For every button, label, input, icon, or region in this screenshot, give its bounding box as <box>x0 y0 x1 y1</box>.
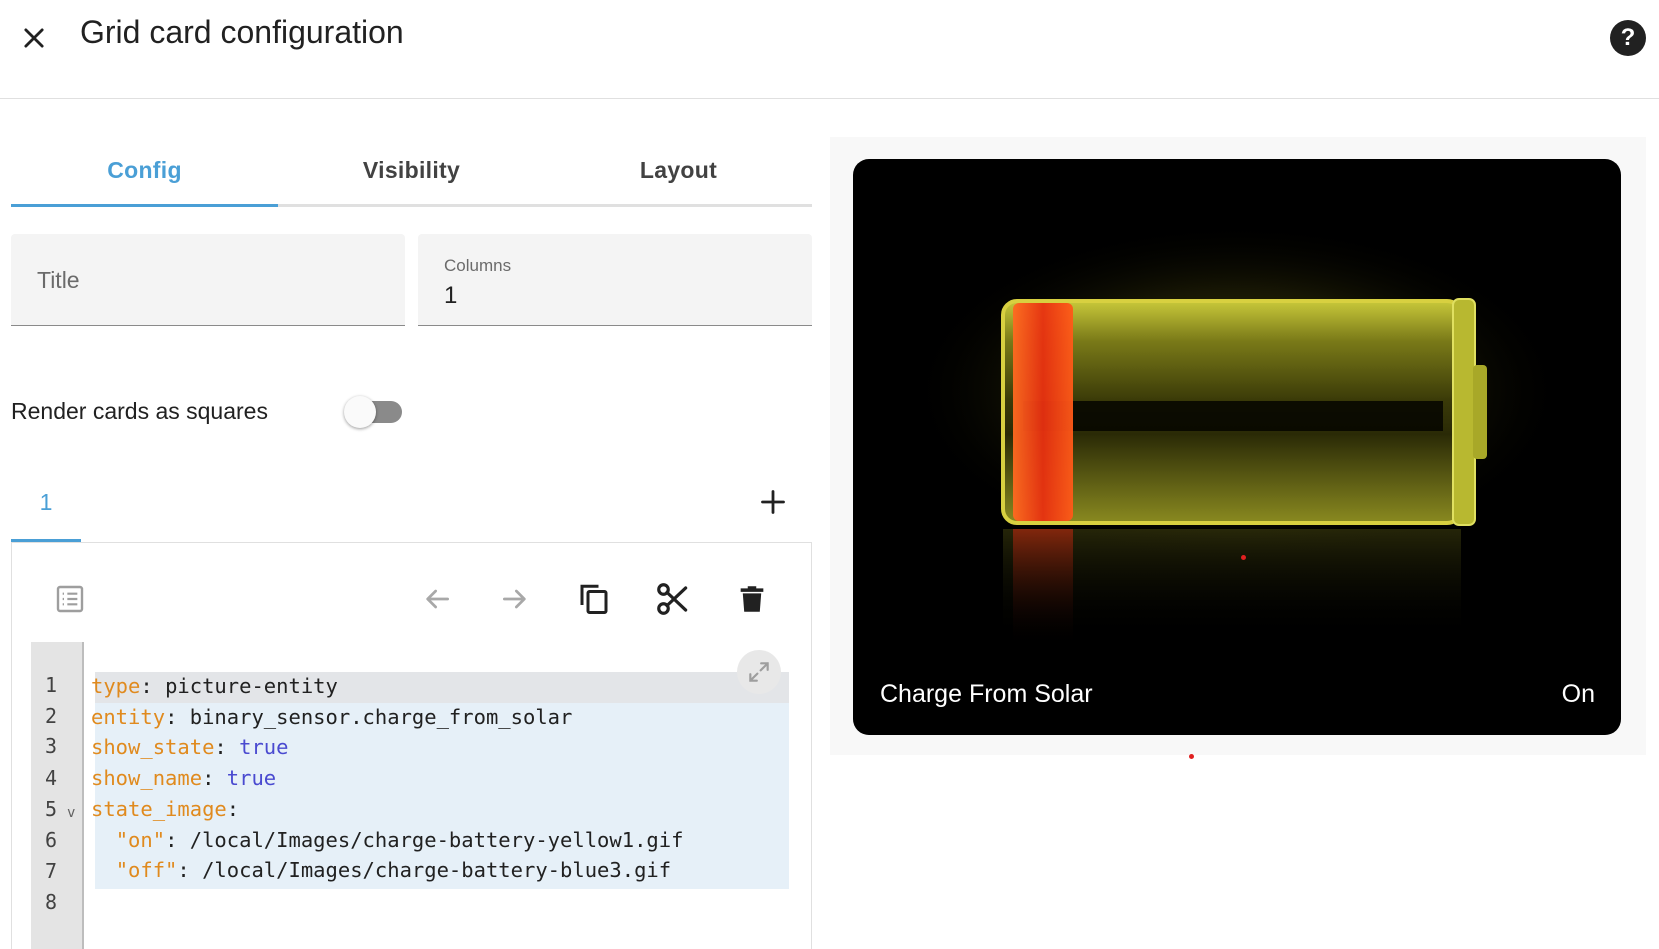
line-number: 5 <box>44 797 58 821</box>
picture-entity-card[interactable]: Charge From Solar On <box>853 159 1621 735</box>
scissors-icon <box>657 583 688 615</box>
code-line: type: picture-entity <box>91 674 338 698</box>
square-toggle-label: Render cards as squares <box>11 398 268 424</box>
code-line: state_image: <box>91 797 240 821</box>
line-number: 6 <box>44 828 58 852</box>
red-dot-marker <box>1241 555 1246 560</box>
line-number: 7 <box>44 859 58 883</box>
battery-image <box>907 221 1567 649</box>
undo-button[interactable] <box>415 577 459 621</box>
tab-layout[interactable]: Layout <box>545 136 812 204</box>
title-field[interactable]: Title <box>11 234 405 326</box>
plus-icon <box>761 490 785 514</box>
code-line: show_name: true <box>91 766 277 790</box>
cut-button[interactable] <box>651 577 695 621</box>
expand-editor-button[interactable] <box>737 650 781 694</box>
tab-visibility[interactable]: Visibility <box>278 136 545 204</box>
code-line: "off": /local/Images/charge-battery-blue… <box>115 858 672 882</box>
delete-button[interactable] <box>730 577 774 621</box>
help-circle-icon: ? <box>1620 24 1636 51</box>
red-dot-marker <box>1189 754 1194 759</box>
card-tabs: 1 <box>11 462 812 542</box>
visual-editor-button[interactable] <box>48 577 92 621</box>
list-box-icon <box>56 585 84 613</box>
entity-name: Charge From Solar <box>880 680 1093 708</box>
arrow-right-icon <box>503 589 526 609</box>
editor-tabs: Config Visibility Layout <box>11 136 812 207</box>
title-placeholder: Title <box>37 267 80 293</box>
line-number: 4 <box>44 766 58 790</box>
close-icon <box>24 28 44 48</box>
switch-thumb <box>344 396 376 428</box>
fold-marker[interactable]: v <box>67 805 75 821</box>
arrow-left-icon <box>426 589 449 609</box>
dialog-title: Grid card configuration <box>80 14 404 50</box>
entity-state: On <box>1561 680 1595 708</box>
code-line: "on": /local/Images/charge-battery-yello… <box>115 828 684 852</box>
line-number: 8 <box>44 890 58 914</box>
columns-field[interactable]: Columns <box>418 234 812 326</box>
code-line: entity: binary_sensor.charge_from_solar <box>91 705 573 729</box>
card-tab-1[interactable]: 1 <box>11 462 81 542</box>
close-button[interactable] <box>14 18 54 58</box>
card-caption: Charge From Solar On <box>853 655 1621 735</box>
dialog-header: Grid card configuration ? <box>0 0 1659 99</box>
help-button[interactable]: ? <box>1610 20 1646 56</box>
expand-icon <box>749 662 769 682</box>
card-editor-panel: 1 2 3 4 5 v 6 7 8 type: picture-entity e… <box>11 542 812 949</box>
square-toggle-switch[interactable] <box>344 396 406 428</box>
trash-icon <box>740 586 764 612</box>
line-number: 2 <box>44 704 58 728</box>
columns-label: Columns <box>444 256 512 275</box>
line-number: 3 <box>44 734 58 758</box>
copy-icon <box>580 584 608 614</box>
redo-button[interactable] <box>493 577 537 621</box>
add-card-button[interactable] <box>751 480 795 524</box>
tab-config[interactable]: Config <box>11 136 278 207</box>
code-line: show_state: true <box>91 735 289 759</box>
columns-input[interactable] <box>444 282 784 310</box>
yaml-code-editor[interactable]: 1 2 3 4 5 v 6 7 8 type: picture-entity e… <box>31 642 793 949</box>
line-number: 1 <box>44 673 58 697</box>
copy-button[interactable] <box>572 577 616 621</box>
